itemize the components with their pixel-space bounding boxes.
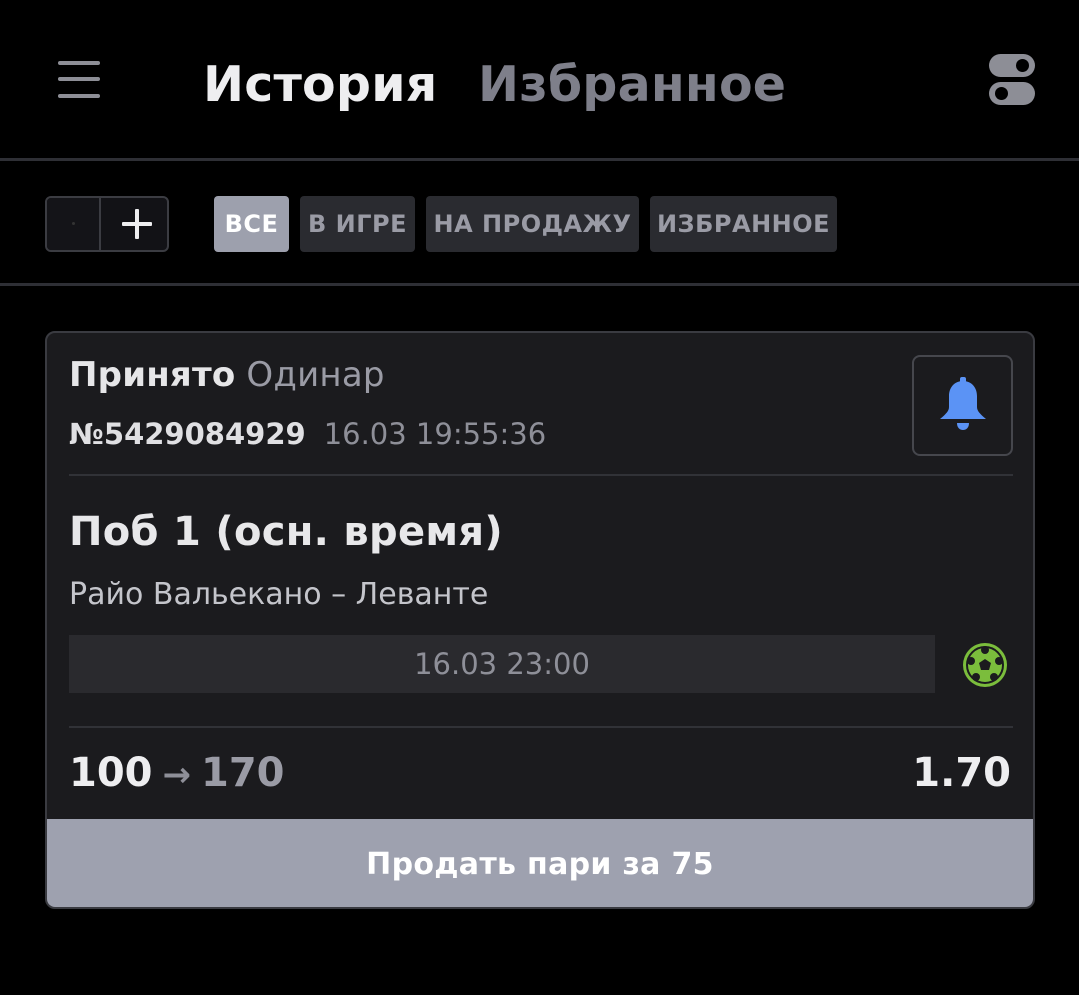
stake-payout: 100 → 170 [69, 750, 285, 796]
view-stepper [45, 196, 169, 252]
bet-number: №5429084929 [69, 417, 306, 451]
tab-history[interactable]: История [203, 56, 437, 113]
bet-odds: 1.70 [912, 750, 1011, 796]
match-teams: Райо Вальекано – Леванте [69, 577, 489, 612]
bet-card[interactable]: Принято Одинар №5429084929 16.03 19:55:36… [45, 331, 1035, 909]
top-header: История Избранное [0, 0, 1079, 160]
notification-bell-button[interactable] [912, 355, 1013, 456]
payout-amount: 170 [201, 750, 285, 796]
bet-status: Принято [69, 355, 236, 395]
bet-status-line: Принято Одинар [69, 355, 385, 395]
soccer-ball-icon [962, 642, 1008, 688]
filter-chip-favorites[interactable]: ИЗБРАННОЕ [650, 196, 837, 252]
sell-bet-button[interactable]: Продать пари за 75 [47, 819, 1033, 907]
filter-chip-in-play[interactable]: В ИГРЕ [300, 196, 415, 252]
filter-chip-for-sale[interactable]: НА ПРОДАЖУ [426, 196, 639, 252]
toggle-settings-icon[interactable] [989, 54, 1037, 106]
filter-chip-all[interactable]: ВСЕ [214, 196, 289, 252]
bet-outcome: Поб 1 (осн. время) [69, 509, 503, 555]
match-time: 16.03 23:00 [69, 635, 935, 693]
tab-favorites[interactable]: Избранное [478, 56, 786, 113]
bet-type: Одинар [246, 355, 385, 395]
hamburger-menu-icon[interactable] [58, 61, 100, 99]
bet-history-screen: История Избранное ВСЕ В ИГРЕ НА ПРОДАЖУ … [0, 0, 1079, 995]
stake-amount: 100 [69, 750, 153, 796]
arrow-right-icon: → [162, 755, 192, 795]
bell-icon [940, 377, 986, 430]
bet-id-line: №5429084929 16.03 19:55:36 [69, 417, 546, 451]
filters-divider [0, 283, 1079, 286]
add-plus-button[interactable] [103, 198, 167, 250]
stepper-left-button[interactable] [47, 198, 101, 250]
header-divider [0, 158, 1079, 161]
card-divider [69, 726, 1013, 728]
bet-datetime: 16.03 19:55:36 [323, 417, 547, 451]
card-divider [69, 474, 1013, 476]
